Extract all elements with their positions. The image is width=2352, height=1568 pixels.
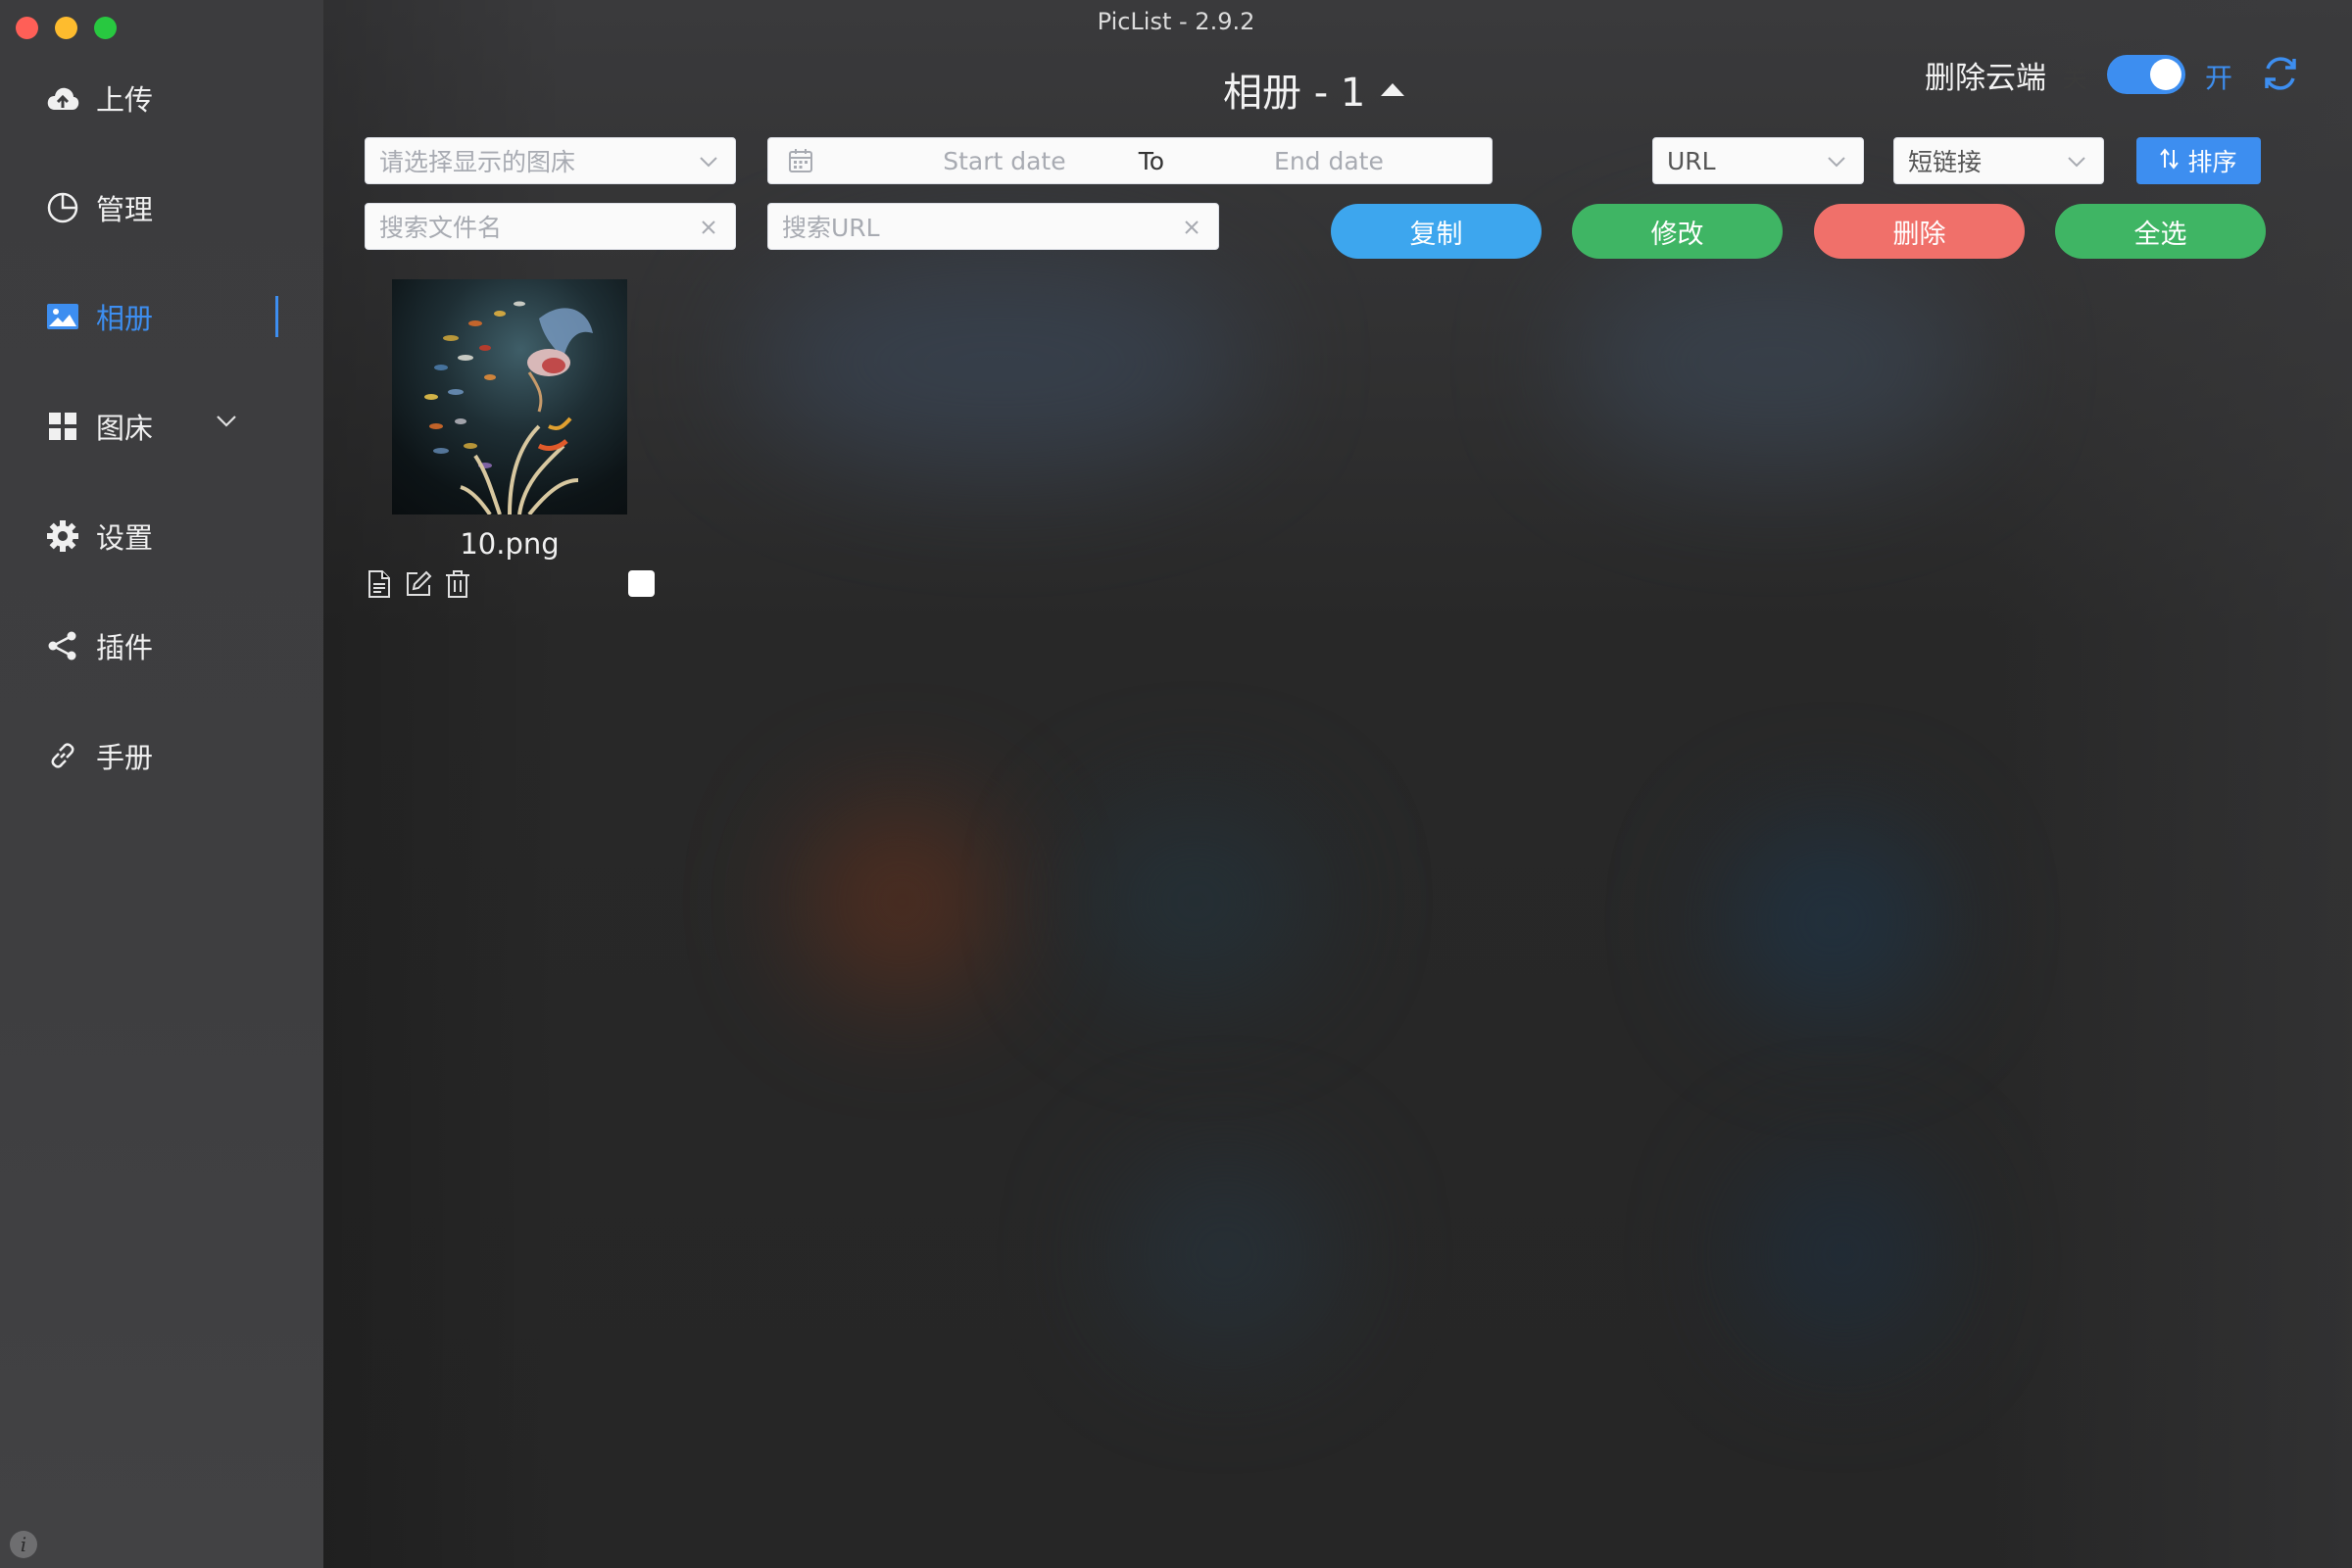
album-title-text: 相册 - 1 bbox=[1223, 71, 1366, 116]
sidebar-item-label: 插件 bbox=[96, 631, 154, 664]
image-card-actions bbox=[365, 568, 472, 600]
document-icon[interactable] bbox=[365, 568, 394, 600]
sidebar-item-manual[interactable]: 手册 bbox=[43, 731, 153, 780]
start-date-input[interactable]: Start date bbox=[892, 147, 1117, 175]
refresh-icon[interactable] bbox=[2260, 53, 2301, 98]
clear-icon[interactable] bbox=[1181, 216, 1202, 244]
sidebar-item-plugins[interactable]: 插件 bbox=[43, 621, 153, 670]
sidebar-item-label: 上传 bbox=[96, 83, 154, 117]
delete-cloud-label: 删除云端 bbox=[1925, 61, 2046, 96]
image-thumbnail[interactable] bbox=[392, 279, 627, 514]
chevron-down-icon bbox=[1826, 150, 1847, 178]
delete-button[interactable]: 删除 bbox=[1814, 204, 2025, 259]
chevron-down-icon bbox=[698, 150, 719, 178]
album-title[interactable]: 相册 - 1 bbox=[1223, 61, 1406, 118]
date-range-picker[interactable]: Start date To End date bbox=[767, 137, 1493, 184]
sidebar-item-label: 设置 bbox=[96, 521, 154, 555]
chevron-down-icon bbox=[2066, 150, 2087, 178]
gear-icon bbox=[43, 516, 82, 556]
toggle-knob bbox=[2150, 59, 2181, 90]
image-select-checkbox[interactable] bbox=[628, 570, 655, 597]
sidebar-item-label: 相册 bbox=[96, 302, 154, 335]
switch-off-label: 关 bbox=[2062, 65, 2088, 94]
switch-on-label: 开 bbox=[2205, 62, 2233, 94]
link-type-select-value: 短链接 bbox=[1908, 148, 1983, 176]
cloud-upload-icon bbox=[43, 78, 82, 118]
filename-search-placeholder: 搜索文件名 bbox=[379, 214, 503, 242]
title-bar: PicList - 2.9.2 bbox=[0, 0, 2352, 43]
link-type-select[interactable]: 短链接 bbox=[1893, 137, 2104, 184]
sidebar-item-settings[interactable]: 设置 bbox=[43, 512, 153, 561]
sidebar-item-manage[interactable]: 管理 bbox=[43, 183, 153, 232]
image-host-select-placeholder: 请选择显示的图床 bbox=[379, 148, 576, 176]
info-icon[interactable]: i bbox=[10, 1531, 37, 1558]
end-date-input[interactable]: End date bbox=[1186, 147, 1472, 175]
calendar-icon bbox=[788, 148, 813, 173]
trash-icon[interactable] bbox=[443, 568, 472, 600]
grid-icon bbox=[43, 407, 82, 446]
edit-button[interactable]: 修改 bbox=[1572, 204, 1783, 259]
clear-icon[interactable] bbox=[698, 216, 719, 244]
filename-search-input[interactable]: 搜索文件名 bbox=[365, 203, 736, 250]
sidebar-item-upload[interactable]: 上传 bbox=[43, 74, 153, 122]
pie-chart-icon bbox=[43, 188, 82, 227]
date-separator: To bbox=[1138, 146, 1165, 175]
caret-up-icon bbox=[1381, 83, 1405, 96]
edit-icon[interactable] bbox=[404, 568, 433, 600]
sidebar-item-label: 管理 bbox=[96, 193, 154, 226]
active-indicator bbox=[275, 296, 278, 337]
sort-button[interactable]: 排序 bbox=[2136, 137, 2261, 184]
url-search-input[interactable]: 搜索URL bbox=[767, 203, 1219, 250]
image-filename: 10.png bbox=[460, 527, 560, 561]
image-icon bbox=[43, 297, 82, 336]
copy-button[interactable]: 复制 bbox=[1331, 204, 1542, 259]
url-search-placeholder: 搜索URL bbox=[782, 214, 880, 242]
format-select-value: URL bbox=[1667, 146, 1716, 175]
sidebar bbox=[0, 0, 323, 1568]
link-icon bbox=[43, 736, 82, 775]
sort-label: 排序 bbox=[2187, 148, 2237, 176]
sort-icon bbox=[2160, 147, 2180, 175]
sidebar-item-label: 手册 bbox=[96, 741, 154, 774]
chevron-down-icon[interactable] bbox=[216, 414, 237, 432]
format-select[interactable]: URL bbox=[1652, 137, 1864, 184]
image-host-select[interactable]: 请选择显示的图床 bbox=[365, 137, 736, 184]
sidebar-item-label: 图床 bbox=[96, 412, 154, 445]
delete-cloud-toggle[interactable] bbox=[2107, 55, 2185, 94]
share-icon bbox=[43, 626, 82, 665]
sidebar-item-album[interactable]: 相册 bbox=[43, 292, 153, 341]
window-title: PicList - 2.9.2 bbox=[1097, 8, 1255, 35]
select-all-button[interactable]: 全选 bbox=[2055, 204, 2266, 259]
sidebar-item-image-host[interactable]: 图床 bbox=[43, 402, 153, 451]
